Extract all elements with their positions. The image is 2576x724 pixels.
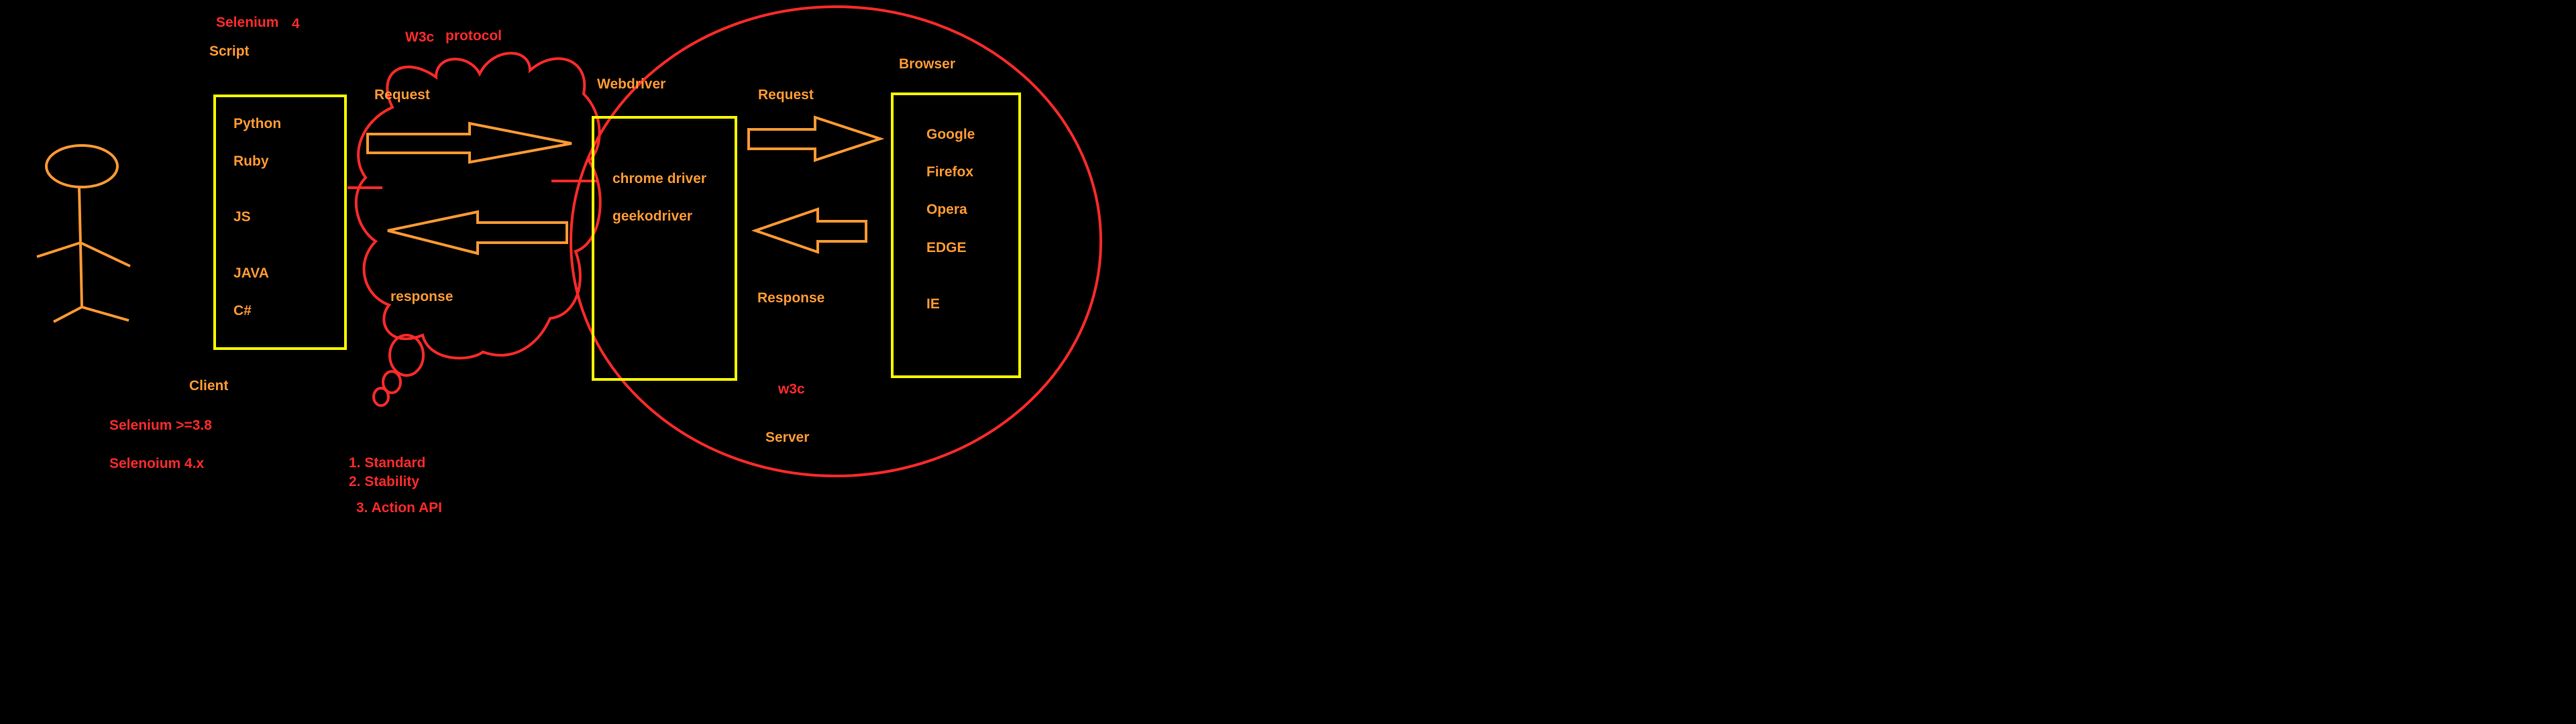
server-w3c-label: w3c (777, 381, 805, 397)
client-language-js: JS (233, 209, 251, 225)
client-caption: Client (189, 378, 228, 394)
note-selenium-4x: Selenoium 4.x (109, 456, 205, 471)
request-label-left: Request (374, 87, 430, 103)
user-stick-figure (36, 144, 131, 323)
request-arrow-right (747, 115, 885, 162)
response-arrow-left (387, 210, 568, 255)
driver-chrome: chrome driver (612, 171, 706, 186)
server-caption: Server (765, 430, 809, 445)
client-language-csharp: C# (233, 303, 252, 318)
diagram-canvas: Selenium 4 Script Python Ruby JS JAVA C#… (36, 5, 1102, 516)
script-label: Script (209, 44, 250, 59)
protocol-label: protocol (445, 28, 502, 44)
client-language-java: JAVA (233, 265, 269, 281)
browser-title: Browser (899, 56, 955, 72)
response-label-right: Response (757, 290, 824, 306)
browser-ie: IE (926, 296, 940, 312)
webdriver-title: Webdriver (597, 76, 665, 92)
client-language-ruby: Ruby (233, 154, 269, 169)
selenium-title: Selenium (216, 15, 278, 30)
response-label-left: response (390, 289, 453, 304)
request-arrow-left (366, 121, 572, 164)
w3c-label: W3c (405, 29, 435, 45)
driver-gecko: geekodriver (612, 208, 692, 224)
note-selenium-38: Selenium >=3.8 (109, 418, 212, 433)
client-language-python: Python (233, 116, 281, 131)
feature-action-api: 3. Action API (356, 500, 442, 516)
webdriver-box (592, 116, 737, 381)
browser-google: Google (926, 127, 975, 142)
browser-opera: Opera (926, 202, 967, 217)
response-arrow-right (751, 207, 867, 254)
thought-bubble-large (388, 334, 425, 377)
selenium-version: 4 (292, 16, 300, 32)
request-label-right: Request (758, 87, 814, 103)
browser-firefox: Firefox (926, 164, 973, 180)
feature-standard: 1. Standard (349, 455, 425, 471)
browser-edge: EDGE (926, 240, 967, 255)
thought-bubble-small (372, 387, 390, 407)
feature-stability: 2. Stability (349, 474, 419, 489)
